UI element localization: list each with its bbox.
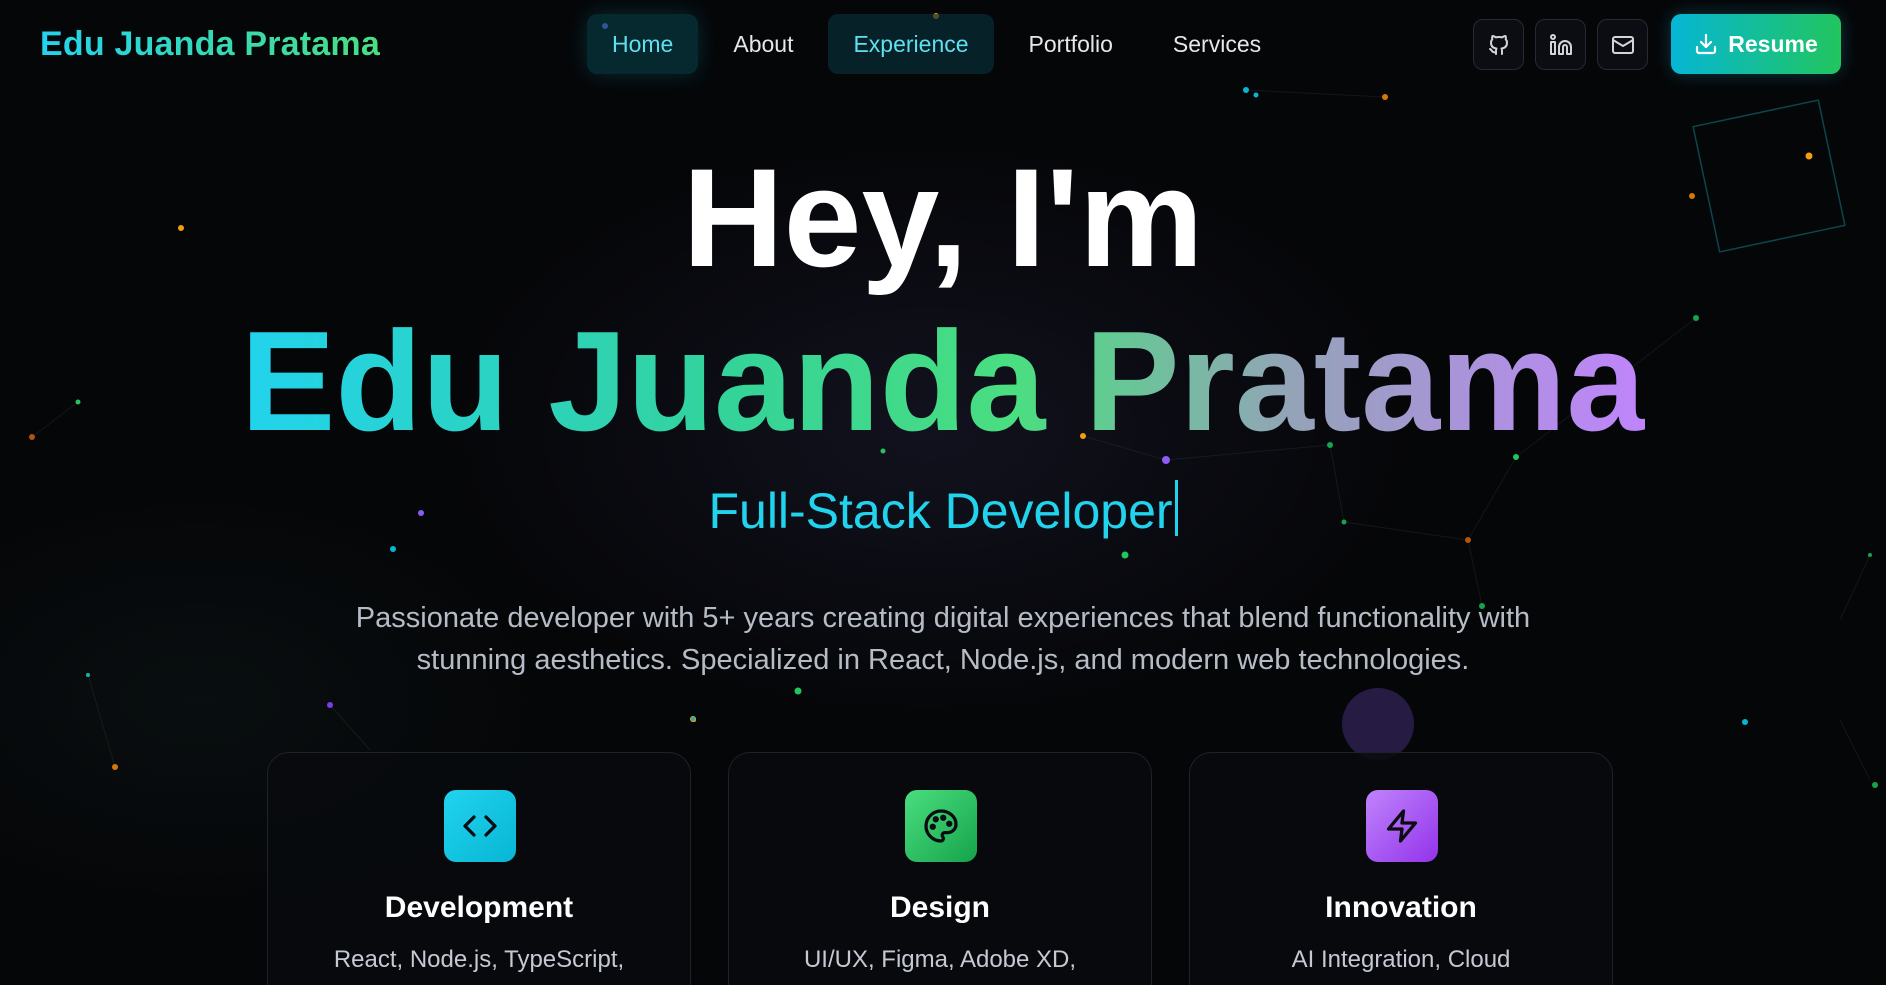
floating-orb (1342, 688, 1414, 760)
nav-link-home[interactable]: Home (587, 14, 699, 74)
email-button[interactable] (1597, 19, 1648, 70)
linkedin-icon (1549, 33, 1572, 55)
hero-name: Edu Juanda Pratama (0, 307, 1886, 456)
hero-role-text: Full-Stack Developer (708, 483, 1173, 539)
card-design[interactable]: Design UI/UX, Figma, Adobe XD, (728, 752, 1152, 985)
card-innovation[interactable]: Innovation AI Integration, Cloud (1189, 752, 1613, 985)
palette-icon (924, 809, 958, 843)
hero-description: Passionate developer with 5+ years creat… (355, 602, 1531, 676)
card-text: UI/UX, Figma, Adobe XD, (803, 946, 1077, 973)
top-navbar: Edu Juanda Pratama Home About Experience… (0, 0, 1886, 92)
nav-links: Home About Experience Portfolio Services (587, 14, 1286, 74)
nav-link-experience[interactable]: Experience (828, 14, 994, 74)
hero-greeting: Hey, I'm (682, 139, 1204, 296)
card-text: React, Node.js, TypeScript, (333, 946, 625, 973)
card-icon-box (1366, 790, 1438, 862)
card-title: Development (384, 891, 574, 924)
card-icon-box (444, 790, 516, 862)
code-icon (463, 815, 497, 837)
nav-link-portfolio[interactable]: Portfolio (1004, 14, 1138, 74)
github-icon (1488, 34, 1508, 55)
social-links (1473, 19, 1648, 70)
card-icon-box (905, 790, 977, 862)
brand-logo[interactable]: Edu Juanda Pratama (40, 25, 380, 64)
resume-button[interactable]: Resume (1671, 14, 1841, 74)
card-development[interactable]: Development React, Node.js, TypeScript, (267, 752, 691, 985)
nav-link-services[interactable]: Services (1148, 14, 1286, 74)
skill-cards: Development React, Node.js, TypeScript, … (267, 752, 1613, 985)
download-icon (1696, 33, 1717, 55)
resume-label: Resume (1728, 30, 1818, 57)
github-button[interactable] (1473, 19, 1524, 70)
mail-icon (1611, 35, 1634, 54)
typing-caret (1174, 480, 1178, 536)
hero-name-text: Edu Juanda Pratama (240, 302, 1646, 461)
card-title: Innovation (1325, 891, 1477, 924)
card-text: AI Integration, Cloud (1291, 946, 1511, 973)
hero-role: Full-Stack Developer (0, 480, 1886, 540)
linkedin-button[interactable] (1535, 19, 1586, 70)
zap-icon (1386, 809, 1418, 843)
nav-link-about[interactable]: About (708, 14, 818, 74)
card-title: Design (889, 891, 991, 924)
